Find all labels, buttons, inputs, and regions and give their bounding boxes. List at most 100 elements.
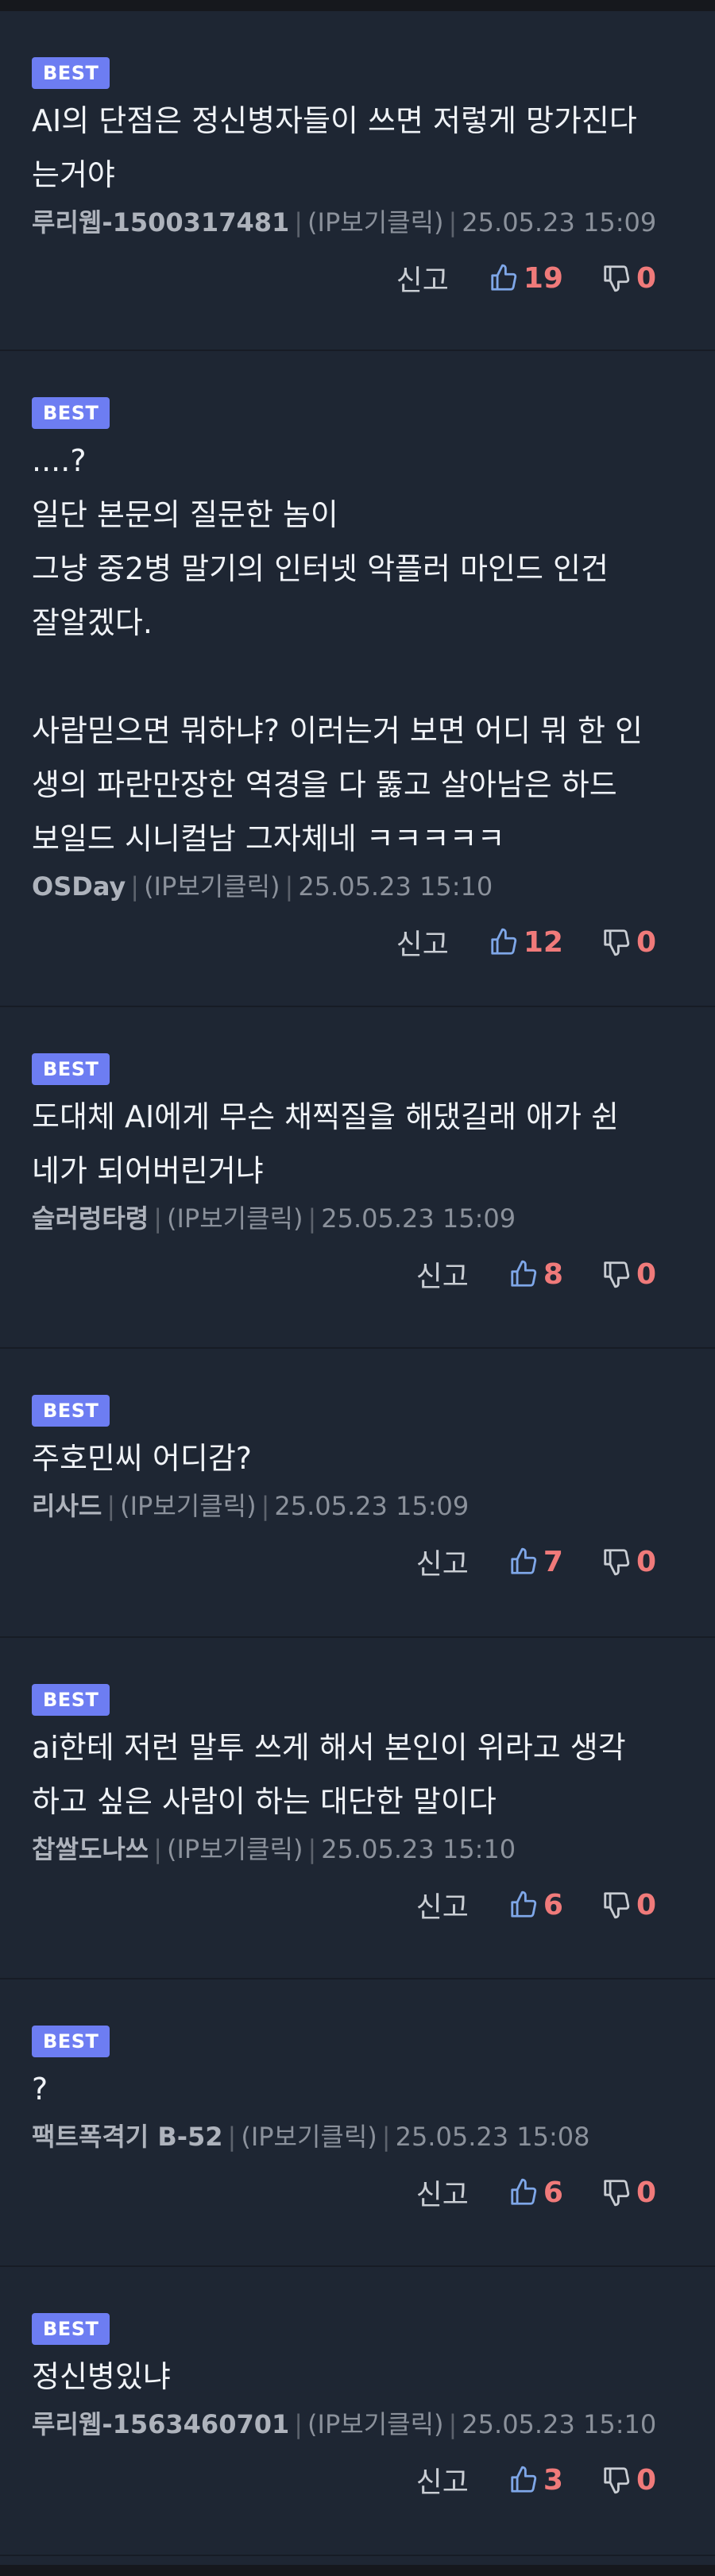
ip-view-link[interactable]: (IP보기클릭)	[167, 1203, 303, 1234]
best-badge: BEST	[32, 1053, 110, 1085]
ip-view-link[interactable]: (IP보기클릭)	[241, 2122, 377, 2152]
ip-view-link[interactable]: (IP보기클릭)	[307, 207, 443, 238]
thumbs-up-icon	[508, 1259, 543, 1289]
meta-divider: |	[153, 1834, 162, 1864]
author-name[interactable]: 슬러렁타령	[32, 1203, 149, 1234]
dislike-button[interactable]: 0	[601, 926, 656, 959]
like-count: 12	[523, 925, 563, 959]
comment-time: 25.05.23 15:10	[298, 871, 493, 902]
like-button[interactable]: 19	[489, 262, 563, 295]
like-button[interactable]: 12	[489, 926, 563, 959]
thumbs-down-icon	[601, 1890, 636, 1920]
thumbs-up-icon	[508, 2177, 543, 2207]
dislike-button[interactable]: 0	[601, 1546, 656, 1578]
comment-text: ....? 일단 본문의 질문한 놈이 그냥 중2병 말기의 인터넷 악플러 마…	[32, 443, 643, 856]
report-button[interactable]: 신고	[416, 2459, 469, 2501]
comment-item: BEST ai한테 저런 말투 쓰게 해서 본인이 위라고 생각 하고 싶은 사…	[0, 1638, 715, 1979]
comment-actions: 신고 12 0	[32, 921, 683, 963]
meta-divider: |	[106, 1491, 116, 1521]
thumbs-down-icon	[601, 927, 636, 957]
top-bar	[0, 0, 715, 11]
ip-view-link[interactable]: (IP보기클릭)	[307, 2409, 443, 2439]
like-button[interactable]: 7	[508, 1546, 563, 1578]
author-name[interactable]: 리사드	[32, 1491, 102, 1521]
dislike-count: 0	[636, 1257, 656, 1291]
comment-item: BEST ....? 일단 본문의 질문한 놈이 그냥 중2병 말기의 인터넷 …	[0, 351, 715, 1007]
report-button[interactable]: 신고	[416, 1884, 469, 1925]
meta-divider: |	[227, 2122, 237, 2152]
comment-actions: 신고 3 0	[32, 2459, 683, 2501]
comment-actions: 신고 6 0	[32, 1884, 683, 1925]
report-button[interactable]: 신고	[396, 921, 449, 963]
like-button[interactable]: 8	[508, 1258, 563, 1291]
dislike-button[interactable]: 0	[601, 1258, 656, 1291]
meta-divider: |	[381, 2122, 391, 2152]
thumbs-down-icon	[601, 2177, 636, 2207]
thumbs-down-icon	[601, 2465, 636, 2495]
like-count: 19	[523, 261, 563, 295]
thumbs-down-icon	[601, 1547, 636, 1577]
dislike-count: 0	[636, 1888, 656, 1921]
thumbs-up-icon	[508, 1890, 543, 1920]
comment-meta: 팩트폭격기 B-52 | (IP보기클릭) | 25.05.23 15:08	[32, 2119, 683, 2154]
meta-divider: |	[130, 871, 140, 902]
comment-meta: 리사드 | (IP보기클릭) | 25.05.23 15:09	[32, 1489, 683, 1524]
comment-meta: 찹쌀도나쓰 | (IP보기클릭) | 25.05.23 15:10	[32, 1832, 683, 1867]
comment-text: 도대체 AI에게 무슨 채찍질을 해댔길래 애가 쉰 네가 되어버린거냐	[32, 1099, 619, 1188]
comment-item: BEST 정신병있냐 루리웹-1563460701 | (IP보기클릭) | 25.05…	[0, 2267, 715, 2556]
comment-text: 주호민씨 어디감?	[32, 1441, 252, 1476]
comment-time: 25.05.23 15:09	[462, 207, 657, 238]
ip-view-link[interactable]: (IP보기클릭)	[120, 1491, 256, 1521]
meta-divider: |	[294, 207, 303, 238]
dislike-count: 0	[636, 2176, 656, 2209]
dislike-button[interactable]: 0	[601, 2464, 656, 2497]
report-button[interactable]: 신고	[396, 257, 449, 299]
comment-item: BEST 도대체 AI에게 무슨 채찍질을 해댔길래 애가 쉰 네가 되어버린거…	[0, 1007, 715, 1349]
author-name[interactable]: OSDay	[32, 871, 126, 902]
comment-time: 25.05.23 15:09	[274, 1491, 470, 1521]
comment-list: BEST AI의 단점은 정신병자들이 쓰면 저렇게 망가진다 는거야 루리웹-…	[0, 11, 715, 2556]
thumbs-down-icon	[601, 1259, 636, 1289]
author-name[interactable]: 찹쌀도나쓰	[32, 1834, 149, 1864]
meta-divider: |	[307, 1834, 317, 1864]
comment-meta: 루리웹-1500317481 | (IP보기클릭) | 25.05.23 15:09	[32, 205, 683, 240]
report-button[interactable]: 신고	[416, 1253, 469, 1295]
dislike-button[interactable]: 0	[601, 2176, 656, 2209]
thumbs-up-icon	[489, 927, 524, 957]
bottom-bar	[0, 2565, 715, 2576]
meta-divider: |	[307, 1203, 317, 1234]
dislike-count: 0	[636, 261, 656, 295]
report-button[interactable]: 신고	[416, 1541, 469, 1582]
like-button[interactable]: 6	[508, 2176, 563, 2209]
comment-actions: 신고 6 0	[32, 2172, 683, 2213]
thumbs-up-icon	[508, 1547, 543, 1577]
ip-view-link[interactable]: (IP보기클릭)	[144, 871, 280, 902]
author-name[interactable]: 루리웹-1500317481	[32, 207, 289, 238]
report-button[interactable]: 신고	[416, 2172, 469, 2213]
comment-time: 25.05.23 15:10	[321, 1834, 516, 1864]
meta-divider: |	[294, 2409, 303, 2439]
author-name[interactable]: 팩트폭격기 B-52	[32, 2122, 223, 2152]
best-badge: BEST	[32, 57, 110, 89]
author-name[interactable]: 루리웹-1563460701	[32, 2409, 289, 2439]
comment-actions: 신고 19 0	[32, 257, 683, 299]
comment-actions: 신고 7 0	[32, 1541, 683, 1582]
comment-text: 정신병있냐	[32, 2359, 171, 2394]
comment-meta: 슬러렁타령 | (IP보기클릭) | 25.05.23 15:09	[32, 1201, 683, 1236]
dislike-button[interactable]: 0	[601, 1889, 656, 1921]
thumbs-up-icon	[508, 2465, 543, 2495]
comment-time: 25.05.23 15:08	[395, 2122, 590, 2152]
comment-text: ?	[32, 2072, 48, 2107]
comment-item: BEST AI의 단점은 정신병자들이 쓰면 저렇게 망가진다 는거야 루리웹-…	[0, 11, 715, 351]
ip-view-link[interactable]: (IP보기클릭)	[167, 1834, 303, 1864]
meta-divider: |	[448, 207, 458, 238]
dislike-button[interactable]: 0	[601, 262, 656, 295]
best-badge: BEST	[32, 2313, 110, 2345]
like-button[interactable]: 3	[508, 2464, 563, 2497]
comment-time: 25.05.23 15:10	[462, 2409, 657, 2439]
comment-meta: OSDay | (IP보기클릭) | 25.05.23 15:10	[32, 869, 683, 904]
dislike-count: 0	[636, 1545, 656, 1578]
best-badge: BEST	[32, 397, 110, 429]
like-count: 6	[543, 2176, 563, 2209]
like-button[interactable]: 6	[508, 1889, 563, 1921]
